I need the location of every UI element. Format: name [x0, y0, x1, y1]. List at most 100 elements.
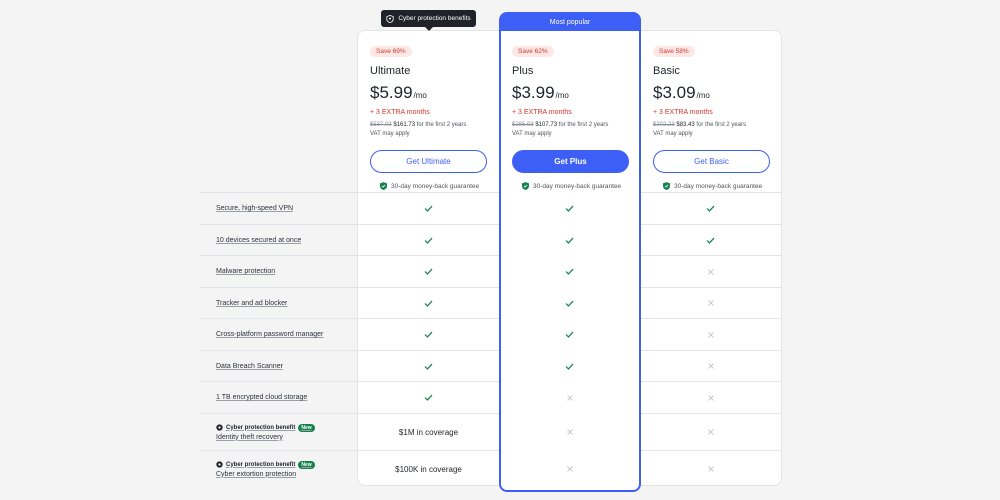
feature-cell: [640, 382, 781, 413]
guarantee: 30-day money-back guarantee: [653, 182, 783, 190]
feature-cell: [499, 451, 640, 488]
discounted-price: $161.73: [393, 122, 416, 128]
guarantee-text: 30-day money-back guarantee: [533, 182, 622, 190]
shield-check-icon: [663, 182, 670, 190]
vat-note: VAT may apply: [512, 131, 552, 137]
billing-terms: for the first 2 years: [416, 122, 467, 128]
feature-label[interactable]: Tracker and ad blocker: [216, 288, 287, 319]
plan-ultimate: Save 69% Ultimate $5.99 /mo + 3 EXTRA mo…: [370, 40, 500, 190]
benefit-name[interactable]: Cyber extortion protection: [216, 471, 296, 478]
feature-label[interactable]: Malware protection: [216, 256, 275, 287]
feature-cell: [640, 225, 781, 256]
plan-basic: Save 58% Basic $3.09 /mo + 3 EXTRA month…: [653, 40, 783, 190]
feature-cell: [358, 288, 499, 319]
feature-label[interactable]: 10 devices secured at once: [216, 225, 301, 256]
check-icon: [565, 300, 574, 307]
feature-cell: [499, 319, 640, 350]
check-icon: [706, 237, 715, 244]
shield-pin-icon: [386, 14, 394, 23]
check-icon: [565, 268, 574, 275]
feature-cell: [640, 451, 781, 488]
price-period: /mo: [555, 91, 569, 100]
price: $3.09 /mo: [653, 83, 783, 103]
benefit-name[interactable]: Identity theft recovery: [216, 434, 283, 441]
original-price: $285.93: [512, 122, 534, 128]
feature-label[interactable]: Cross-platform password manager: [216, 319, 323, 350]
price-amount: $3.99: [512, 83, 555, 102]
feature-cell: [640, 288, 781, 319]
cross-icon: [707, 268, 714, 275]
check-icon: [565, 237, 574, 244]
feature-cell: [640, 319, 781, 350]
billing-details: $537.03 $161.73 for the first 2 years VA…: [370, 121, 500, 139]
shield-check-icon: [522, 182, 529, 190]
check-icon: [424, 237, 433, 244]
benefit-coverage-cell: $100K in coverage: [358, 451, 499, 488]
price-period: /mo: [696, 91, 710, 100]
plan-plus: Save 62% Plus $3.99 /mo + 3 EXTRA months…: [512, 40, 642, 190]
feature-cell: [499, 382, 640, 413]
extra-months: + 3 EXTRA months: [512, 109, 572, 116]
feature-label[interactable]: Secure, high-speed VPN: [216, 193, 293, 224]
cross-icon: [707, 429, 714, 435]
cross-icon: [566, 429, 573, 435]
check-icon: [424, 205, 433, 212]
price: $3.99 /mo: [512, 83, 642, 103]
check-icon: [424, 331, 433, 338]
get-ultimate-button[interactable]: Get Ultimate: [370, 150, 487, 173]
vat-note: VAT may apply: [653, 131, 693, 137]
guarantee-text: 30-day money-back guarantee: [391, 182, 480, 190]
feature-cell: [499, 256, 640, 287]
cross-icon: [707, 331, 714, 338]
most-popular-header: Most popular: [501, 14, 639, 31]
billing-details: $202.23 $83.43 for the first 2 years VAT…: [653, 121, 783, 139]
get-plus-button[interactable]: Get Plus: [512, 150, 629, 173]
check-icon: [424, 394, 433, 401]
extra-months: + 3 EXTRA months: [653, 109, 713, 116]
check-icon: [424, 268, 433, 275]
get-basic-button[interactable]: Get Basic: [653, 150, 770, 173]
feature-row: Tracker and ad blocker: [200, 286, 782, 319]
new-badge: New: [298, 460, 315, 469]
save-badge: Save 58%: [653, 46, 695, 57]
billing-terms: for the first 2 years: [558, 122, 609, 128]
check-icon: [565, 331, 574, 338]
new-badge: New: [298, 423, 315, 432]
coverage-text: $100K in coverage: [395, 464, 462, 474]
cross-icon: [566, 394, 573, 401]
feature-cell: [499, 414, 640, 451]
guarantee-text: 30-day money-back guarantee: [674, 182, 763, 190]
feature-cell: [640, 193, 781, 224]
feature-cell: [640, 351, 781, 382]
feature-row: Cross-platform password manager: [200, 318, 782, 349]
check-icon: [565, 205, 574, 212]
feature-cell: [499, 193, 640, 224]
cross-icon: [707, 466, 714, 472]
discounted-price: $107.73: [535, 122, 558, 128]
feature-cell: [358, 225, 499, 256]
check-icon: [706, 205, 715, 212]
feature-cell: [640, 256, 781, 287]
original-price: $202.23: [653, 122, 675, 128]
cross-icon: [707, 300, 714, 306]
feature-label[interactable]: Data Breach Scanner: [216, 351, 283, 382]
benefit-tag-text: Cyber protection benefit: [226, 424, 296, 431]
tooltip-label: Cyber protection benefits: [398, 15, 471, 22]
feature-label[interactable]: 1 TB encrypted cloud storage: [216, 382, 307, 413]
coverage-text: $1M in coverage: [398, 427, 459, 437]
benefit-row: Cyber protection benefit New Cyber extorti…: [200, 449, 782, 488]
feature-cell: [358, 382, 499, 413]
guarantee: 30-day money-back guarantee: [370, 182, 500, 190]
feature-cell: [499, 288, 640, 319]
price-amount: $3.09: [653, 83, 696, 102]
check-icon: [424, 363, 433, 370]
shield-benefit-icon: [216, 424, 223, 431]
feature-row: Data Breach Scanner: [200, 349, 782, 382]
shield-check-icon: [380, 182, 387, 190]
cyber-benefits-tooltip: Cyber protection benefits: [381, 10, 476, 31]
benefit-label: Cyber protection benefit New Cyber extorti…: [216, 451, 315, 488]
benefit-coverage-cell: $1M in coverage: [358, 414, 499, 451]
feature-cell: [358, 193, 499, 224]
billing-details: $285.93 $107.73 for the first 2 years VA…: [512, 121, 642, 139]
plan-name: Ultimate: [370, 65, 411, 77]
